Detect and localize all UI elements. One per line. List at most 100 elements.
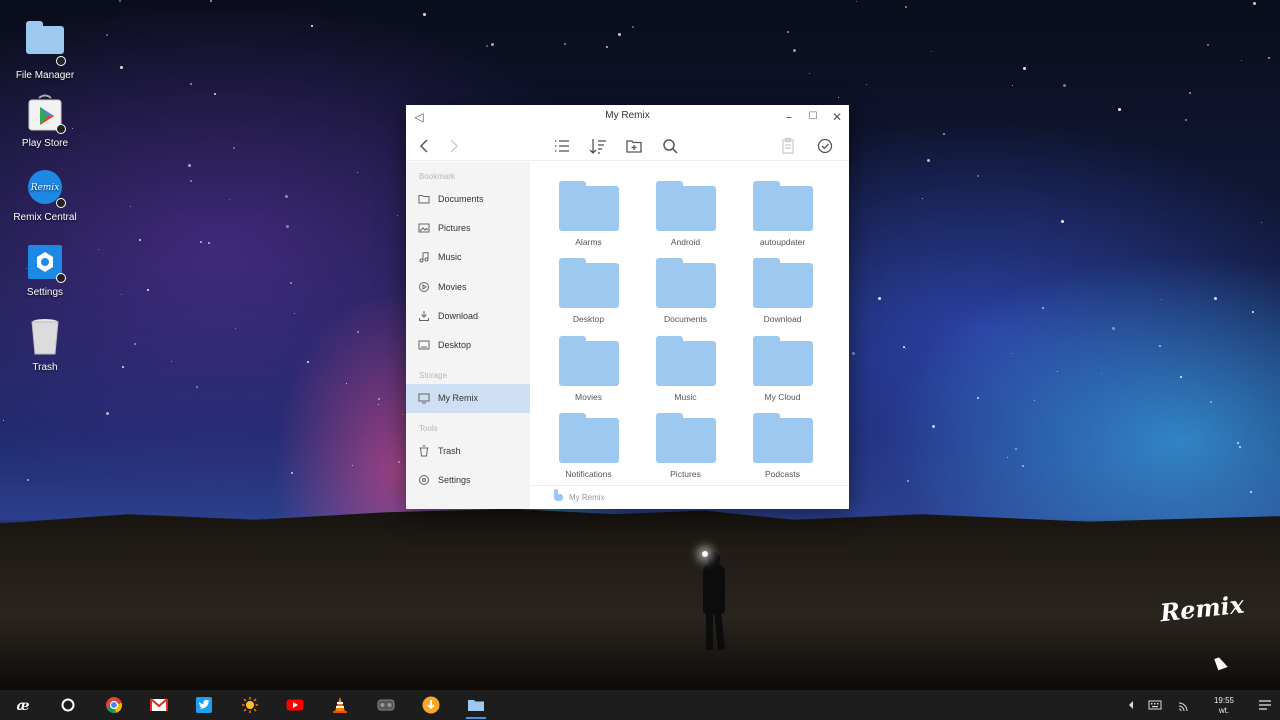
sidebar-item-desktop[interactable]: Desktop [406,330,530,359]
desktop-icon-remix-central[interactable]: Remix Remix Central [10,168,80,223]
star [27,479,29,481]
window-toolbar [406,129,849,161]
star [1112,327,1115,330]
file-manager-icon[interactable] [466,695,486,715]
sidebar-item-my-remix[interactable]: My Remix [406,383,530,414]
folder-item[interactable]: Documents [637,258,734,336]
trash-icon [418,445,430,457]
wifi-icon[interactable] [1176,699,1190,720]
desktop-icon-trash[interactable]: Trash [10,318,80,373]
star [235,328,236,329]
star [618,33,621,36]
close-button[interactable]: ✕ [829,109,845,125]
nav-forward-icon[interactable] [442,135,464,157]
search-icon[interactable] [659,135,681,157]
sidebar-item-music[interactable]: Music [406,243,530,272]
folder-item[interactable]: Notifications [540,412,637,491]
folder-icon [558,258,619,309]
folder-label: Alarms [575,237,602,247]
clipboard-icon[interactable] [777,135,799,157]
remix-start-icon[interactable]: æ [13,695,33,715]
star [927,159,930,162]
folder-item[interactable]: Movies [540,335,637,414]
twitter-icon[interactable] [194,695,214,715]
tray-expand-icon[interactable] [1126,699,1136,720]
maximize-button[interactable]: ☐ [805,109,821,125]
youtube-icon[interactable] [285,695,305,715]
sort-icon[interactable] [587,135,609,157]
weather-icon[interactable] [240,695,260,715]
clock[interactable]: 19:55 wt. [1206,696,1242,716]
folder-label: My Cloud [764,391,801,402]
notifications-menu-icon[interactable] [1258,699,1272,720]
star [346,383,347,384]
sidebar-item-label: Music [438,252,462,263]
gear-icon [418,474,430,486]
desktop-icon-play-store[interactable]: Play Store [10,94,80,149]
sidebar-item-settings[interactable]: Settings [406,465,530,494]
folder-item[interactable]: My Cloud [734,335,831,414]
desktop-icon-file-manager[interactable]: File Manager [10,20,80,81]
search-circle-icon[interactable] [58,695,78,715]
download-icon [418,310,430,322]
section-bookmark: Bookmark [419,172,456,181]
new-folder-icon[interactable] [623,135,645,157]
window-titlebar[interactable]: ◁ My Remix – ☐ ✕ [406,105,849,129]
sidebar-item-label: Desktop [438,340,472,351]
star [787,31,789,33]
folder-label: Music [674,391,697,402]
star [1161,299,1162,300]
star [200,241,202,243]
star [1189,92,1191,94]
folder-label: Pictures [670,468,701,479]
vlc-icon[interactable] [330,695,350,715]
folder-label: Notifications [565,468,612,479]
folder-item[interactable]: Desktop [540,258,637,336]
star [139,239,141,241]
folder-item[interactable]: Pictures [637,412,734,491]
folder-icon [655,335,716,386]
sidebar-item-documents[interactable]: Documents [406,184,530,213]
folder-icon [558,181,619,231]
folder-item[interactable]: Download [734,258,831,336]
game-icon[interactable] [376,695,396,715]
desktop-icon-label: Play Store [21,138,69,149]
folder-item[interactable]: Alarms [540,181,637,259]
star [291,472,293,474]
minimize-button[interactable]: – [781,109,797,125]
star [852,352,855,355]
select-check-icon[interactable] [814,135,836,157]
star [290,282,292,284]
star [311,25,313,27]
folder-item[interactable]: Android [637,181,734,259]
folder-label: Documents [664,314,707,325]
svg-text:æ: æ [16,698,29,714]
sidebar-item-trash[interactable]: Trash [406,436,530,465]
keyboard-icon[interactable] [1148,699,1162,720]
section-tools: Tools [419,424,438,434]
folder-item[interactable]: Music [637,335,734,414]
sidebar-item-movies[interactable]: Movies [406,272,530,301]
star [1261,222,1262,223]
star [1012,85,1013,86]
star [1042,307,1044,309]
nav-back-icon[interactable] [414,135,436,157]
download-app-icon[interactable] [421,695,441,715]
star [397,215,398,216]
path-label[interactable]: My Remix [569,493,605,502]
star [1237,442,1239,444]
star [1063,84,1066,87]
document-icon [418,193,430,205]
chrome-icon[interactable] [104,695,124,715]
star [106,412,109,415]
star [1185,119,1187,121]
sidebar-item-pictures[interactable]: Pictures [406,213,530,242]
gmail-icon[interactable] [149,695,169,715]
active-app-indicator [466,717,486,719]
sidebar-item-download[interactable]: Download [406,301,530,330]
list-view-icon[interactable] [551,135,573,157]
star [1268,57,1270,59]
folder-item[interactable]: Podcasts [734,412,831,491]
desktop-icon-settings[interactable]: Settings [10,243,80,298]
folder-item[interactable]: autoupdater [734,181,831,259]
